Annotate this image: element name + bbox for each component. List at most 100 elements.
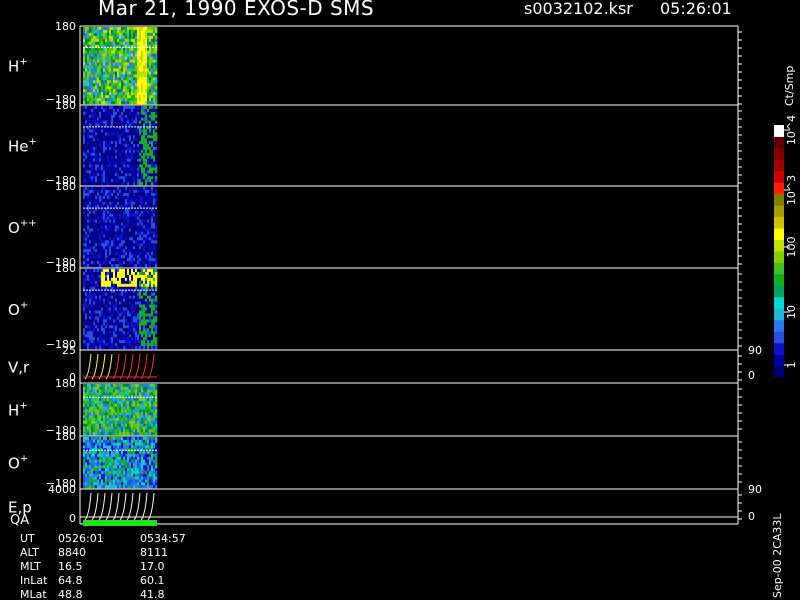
spectrogram-cell [131, 295, 134, 299]
spectrogram-cell [149, 27, 152, 31]
spectrogram-cell [131, 29, 134, 34]
spectrogram-cell [137, 95, 140, 99]
spectrogram-cell [107, 426, 110, 430]
spectrogram-cell [149, 173, 152, 177]
spectrogram-cell [133, 111, 136, 116]
spectrogram-cell [87, 117, 90, 121]
spectrogram-cell [105, 337, 108, 341]
spectrogram-cell [123, 138, 126, 142]
spectrogram-cell [111, 264, 114, 268]
spectrogram-cell [133, 182, 136, 186]
spectrogram-cell [109, 65, 112, 69]
spectrogram-cell [97, 271, 100, 276]
spectrogram-cell [123, 210, 126, 214]
spectrogram-cell [123, 343, 126, 347]
spectrogram-cell [147, 170, 150, 174]
spectrogram-cell [85, 95, 88, 99]
spectrogram-cell [99, 442, 102, 446]
spectrogram-cell [109, 198, 112, 203]
spectrogram-cell [83, 258, 86, 262]
spectrogram-cell [137, 286, 140, 291]
spectrogram-cell [95, 29, 98, 34]
spectrogram-cell [113, 135, 116, 139]
spectrogram-cell [107, 192, 110, 197]
spectrogram-cell [115, 228, 118, 232]
spectrogram-cell [115, 59, 118, 63]
spectrogram-cell [117, 389, 120, 393]
spectrogram-cell [135, 77, 138, 81]
spectrogram-cell [95, 292, 98, 296]
spectrogram-cell [105, 401, 108, 405]
spectrogram-cell [151, 167, 154, 171]
spectrogram-cell [113, 92, 116, 96]
spectrogram-cell [105, 415, 108, 419]
spectrogram-cell [87, 328, 90, 332]
spectrogram-cell [115, 409, 118, 413]
spectrogram-cell [143, 432, 146, 436]
spectrogram-cell [103, 201, 106, 206]
spectrogram-cell [147, 95, 150, 99]
spectrogram-cell [99, 149, 102, 154]
spectrogram-cell [93, 298, 96, 302]
spectrogram-cell [83, 164, 86, 168]
spectrogram-cell [103, 432, 106, 436]
spectrogram-cell [153, 117, 156, 121]
spectrogram-cell [149, 319, 152, 323]
spectrogram-cell [87, 173, 90, 177]
spectrogram-cell [133, 283, 136, 288]
spectrogram-cell [93, 462, 96, 466]
spectrogram-cell [137, 32, 140, 37]
spectrogram-cell [125, 108, 128, 113]
spectrogram-cell [155, 204, 158, 209]
spectrogram-cell [105, 189, 108, 194]
trace-line [140, 353, 148, 380]
spectrogram-cell [125, 164, 128, 168]
spectrogram-cell [91, 313, 94, 317]
spectrogram-cell [155, 144, 158, 148]
spectrogram-cell [89, 192, 92, 197]
spectrogram-cell [151, 346, 154, 350]
spectrogram-cell [119, 89, 122, 93]
spectrogram-cell [83, 146, 86, 151]
spectrogram-cell [105, 213, 108, 217]
spectrogram-cell [107, 101, 110, 105]
spectrogram-cell [111, 292, 114, 296]
spectrogram-cell [83, 71, 86, 75]
spectrogram-cell [105, 77, 108, 81]
spectrogram-cell [105, 246, 108, 250]
spectrogram-cell [131, 114, 134, 119]
spectrogram-cell [105, 120, 108, 124]
spectrogram-cell [83, 114, 86, 119]
spectrogram-cell [109, 346, 112, 350]
spectrogram-cell [85, 420, 88, 424]
spectrogram-cell [111, 280, 114, 285]
spectrogram-cell [93, 123, 96, 127]
spectrogram-cell [97, 269, 100, 273]
spectrogram-cell [91, 132, 94, 136]
spectrogram-cell [115, 65, 118, 69]
spectrogram-cell [127, 74, 130, 78]
spectrogram-cell [87, 62, 90, 66]
spectrogram-cell [111, 286, 114, 291]
spectrogram-cell [87, 319, 90, 323]
spectrogram-cell [85, 135, 88, 139]
spectrogram-cell [139, 120, 142, 124]
spectrogram-cell [155, 426, 158, 430]
spectrogram-cell [147, 319, 150, 323]
spectrogram-cell [119, 304, 122, 308]
spectrogram-cell [113, 152, 116, 157]
spectrogram-cell [97, 386, 100, 390]
spectrogram-cell [109, 313, 112, 317]
spectrogram-cell [99, 92, 102, 96]
spectrogram-cell [141, 138, 144, 142]
spectrogram-cell [151, 398, 154, 402]
spectrogram-cell [99, 146, 102, 151]
spectrogram-cell [91, 423, 94, 427]
spectrogram-cell [115, 123, 118, 127]
spectrogram-cell [113, 210, 116, 214]
spectrogram-cell [113, 334, 116, 338]
spectrogram-cell [109, 132, 112, 136]
spectrogram-cell [85, 426, 88, 430]
spectrogram-cell [85, 123, 88, 127]
spectrogram-cell [97, 454, 100, 458]
